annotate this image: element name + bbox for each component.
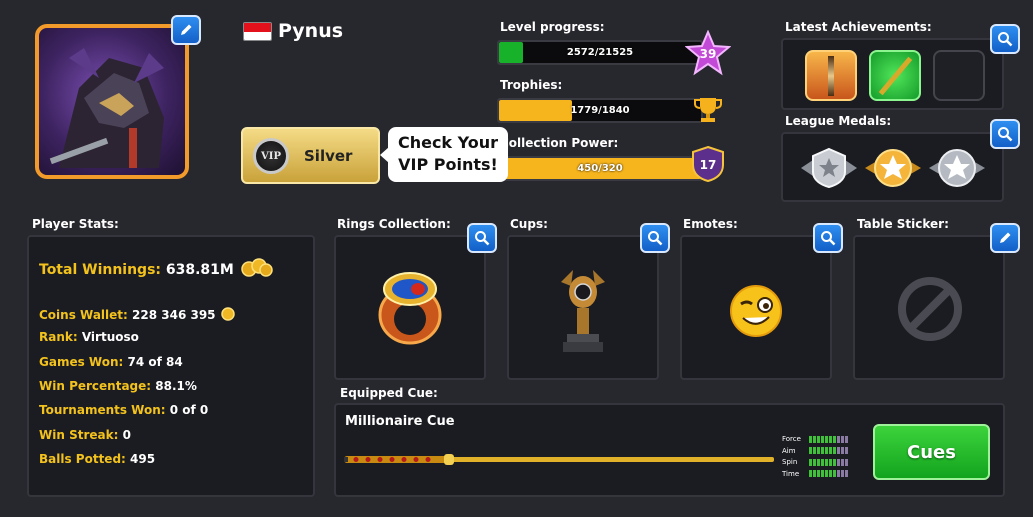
coin-icon — [220, 306, 236, 325]
table-sticker-panel — [853, 235, 1005, 380]
cue-stat-spin: Spin — [782, 458, 849, 466]
edit-avatar-button[interactable] — [171, 15, 201, 45]
level-progress-bar: 2572/21525 — [497, 40, 703, 65]
league-medals-label: League Medals: — [785, 114, 892, 128]
vip-tier-label: Silver — [304, 147, 353, 165]
coin-stack-icon — [240, 258, 273, 282]
edit-table-sticker-button[interactable] — [990, 223, 1020, 253]
svg-text:39: 39 — [700, 47, 717, 61]
empty-achievement-slot — [933, 50, 985, 101]
trophies-label: Trophies: — [500, 78, 563, 92]
magnifier-icon — [475, 231, 490, 246]
magnifier-icon — [648, 231, 663, 246]
vip-callout[interactable]: Check Your VIP Points! — [380, 127, 508, 182]
cue-stat-time: Time — [782, 470, 849, 478]
cups-label: Cups: — [510, 217, 548, 231]
trophy-icon — [693, 95, 723, 127]
league-medals-panel — [781, 132, 1004, 202]
league-medals-search-button[interactable] — [990, 119, 1020, 149]
stat-row: Win Streak: 0 — [39, 427, 131, 442]
rings-collection-panel — [334, 235, 486, 380]
collection-power-bar: 450/320 — [497, 156, 703, 181]
millionaire-cue-icon — [344, 452, 774, 472]
country-flag-icon — [243, 22, 272, 41]
level-progress-label: Level progress: — [500, 20, 605, 34]
cue-stat-aim: Aim — [782, 447, 849, 455]
vip-button[interactable]: VIP Silver — [241, 127, 380, 184]
achievements-panel — [781, 38, 1004, 110]
cue-stat-force: Force — [782, 435, 849, 443]
latest-achievements-label: Latest Achievements: — [785, 20, 932, 34]
stat-row: Rank: Virtuoso — [39, 330, 139, 345]
svg-text:17: 17 — [700, 158, 717, 172]
dragon-knight-avatar-icon — [49, 48, 164, 168]
silver-star-medal-icon — [927, 146, 987, 194]
player-stats-label: Player Stats: — [32, 217, 119, 231]
avatar — [35, 24, 189, 179]
gold-medal-icon — [863, 146, 923, 194]
magnifier-icon — [998, 127, 1013, 142]
stat-row: Tournaments Won: 0 of 0 — [39, 403, 209, 418]
stat-row: Coins Wallet: 228 346 395 — [39, 306, 236, 325]
rings-collection-label: Rings Collection: — [337, 217, 451, 231]
cues-button[interactable]: Cues — [873, 424, 990, 480]
dragon-cup-icon — [551, 262, 615, 362]
vip-badge-icon: VIP — [253, 138, 289, 174]
pencil-icon — [181, 24, 192, 35]
emotes-panel — [680, 235, 832, 380]
collection-power-label: Collection Power: — [500, 136, 619, 150]
stat-row: Win Percentage: 88.1% — [39, 378, 197, 393]
rings-search-button[interactable] — [467, 223, 497, 253]
emotes-label: Emotes: — [683, 217, 738, 231]
stat-row: Games Won: 74 of 84 — [39, 354, 183, 369]
cups-panel — [507, 235, 659, 380]
achievements-search-button[interactable] — [990, 24, 1020, 54]
cups-search-button[interactable] — [640, 223, 670, 253]
player-name: Pynus — [278, 20, 344, 42]
table-sticker-label: Table Sticker: — [857, 217, 949, 231]
stat-row: Balls Potted: 495 — [39, 451, 156, 466]
level-star-icon: 39 — [684, 29, 732, 76]
magnifier-icon — [998, 32, 1013, 47]
pencil-icon — [1000, 232, 1011, 243]
silver-medal-icon — [799, 146, 859, 194]
cue-name: Millionaire Cue — [345, 414, 455, 429]
no-sticker-icon — [896, 275, 964, 347]
total-winnings: Total Winnings: 638.81M — [39, 258, 273, 282]
emotes-search-button[interactable] — [813, 223, 843, 253]
wink-emote-icon — [729, 284, 783, 342]
magnifier-icon — [821, 231, 836, 246]
chain-cue-achievement-icon[interactable] — [869, 50, 921, 101]
ring-icon — [374, 267, 446, 351]
equipped-cue-label: Equipped Cue: — [340, 386, 438, 400]
cue-achievement-icon[interactable] — [805, 50, 857, 101]
trophies-bar: 1779/1840 — [497, 98, 703, 123]
collection-rank-shield-icon: 17 — [690, 145, 726, 183]
